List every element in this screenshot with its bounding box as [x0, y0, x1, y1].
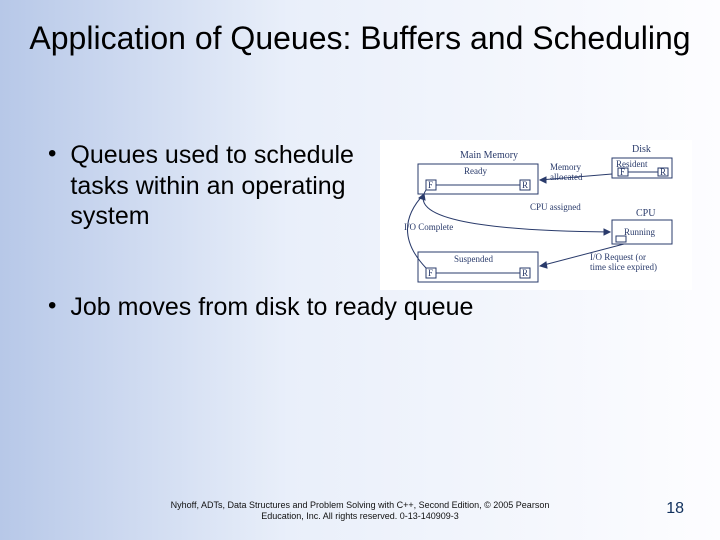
io-complete-label: I/O Complete: [404, 222, 453, 232]
mem-alloc-arrow-head: [540, 177, 546, 183]
io-request-label-2: time slice expired): [590, 262, 657, 272]
os-scheduling-diagram: Disk Resident F R Main Memory Ready F R …: [380, 140, 692, 290]
cpu-assigned-label: CPU assigned: [530, 202, 581, 212]
susp-f: F: [428, 268, 433, 278]
ready-f: F: [428, 180, 433, 190]
suspended-label: Suspended: [454, 254, 493, 264]
ready-r: R: [522, 180, 528, 190]
bullet-dot-icon: •: [48, 140, 56, 168]
footer-line-2: Education, Inc. All rights reserved. 0-1…: [261, 511, 459, 521]
io-request-arrow-head: [540, 262, 547, 268]
bullet-text-1: Queues used to schedule tasks within an …: [70, 140, 360, 232]
slide: Application of Queues: Buffers and Sched…: [0, 0, 720, 540]
ready-label: Ready: [464, 166, 487, 176]
mem-alloc-label-1: Memory: [550, 162, 581, 172]
bullet-dot-icon: •: [48, 292, 56, 320]
resident-f: F: [620, 167, 625, 177]
main-memory-label: Main Memory: [460, 150, 518, 161]
footer-citation: Nyhoff, ADTs, Data Structures and Proble…: [120, 500, 600, 523]
page-number: 18: [666, 500, 684, 518]
bullet-item-2: • Job moves from disk to ready queue: [48, 292, 672, 323]
cpu-label: CPU: [636, 208, 656, 219]
io-request-label-1: I/O Request (or: [590, 252, 646, 262]
disk-label: Disk: [632, 144, 651, 155]
cpu-assigned-arrow-head: [604, 229, 610, 235]
susp-r: R: [522, 268, 528, 278]
slide-title: Application of Queues: Buffers and Sched…: [0, 20, 720, 57]
resident-r: R: [660, 167, 666, 177]
bullet-text-2: Job moves from disk to ready queue: [70, 292, 473, 323]
running-label: Running: [624, 227, 656, 237]
footer-line-1: Nyhoff, ADTs, Data Structures and Proble…: [171, 500, 550, 510]
